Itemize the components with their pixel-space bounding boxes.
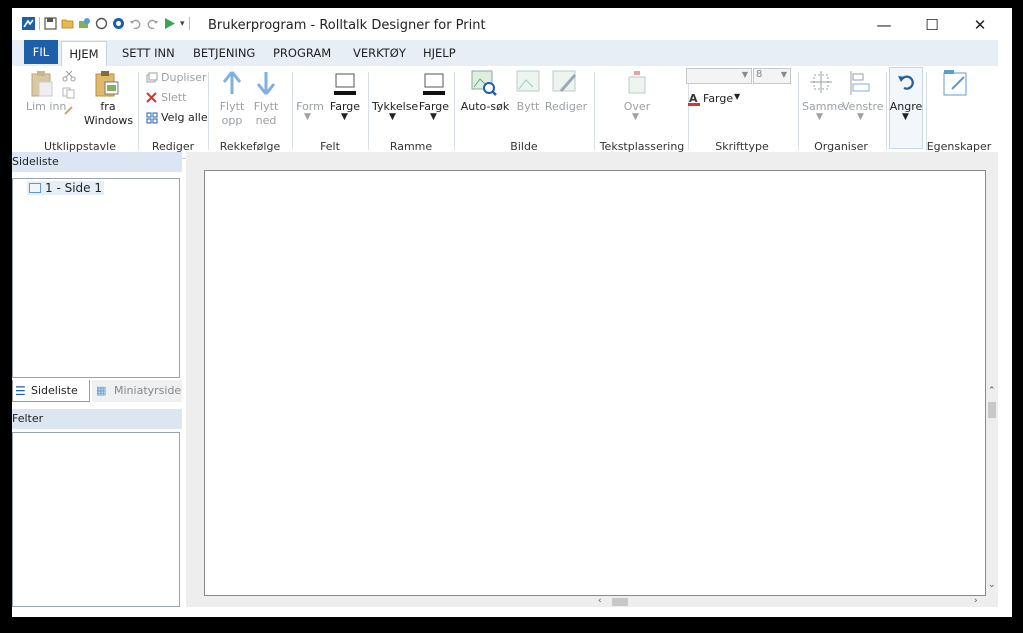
felt-farge-dropdown-icon[interactable]: ▼ (341, 112, 348, 122)
font-color-dropdown-icon[interactable]: ▼ (734, 92, 740, 101)
list-item[interactable]: 1 - Side 1 (27, 181, 104, 195)
scroll-left-icon[interactable]: ‹ (598, 596, 602, 606)
font-color-icon: A (688, 92, 700, 106)
horizontal-scroll-thumb[interactable] (612, 598, 628, 606)
play-icon[interactable] (163, 17, 176, 30)
felter-header: Felter (12, 409, 182, 429)
duplicate-icon (146, 72, 158, 83)
horizontal-scrollbar[interactable]: ‹ › (596, 596, 986, 608)
tab-sideliste[interactable]: ☰ Sideliste (12, 380, 90, 402)
tab-sideliste-label: Sideliste (31, 384, 78, 397)
tab-betjening[interactable]: BETJENING (193, 46, 255, 60)
fields-list (12, 432, 180, 607)
tab-hjelp[interactable]: HJELP (423, 46, 456, 60)
paste-icon (31, 71, 53, 97)
ribbon: Lim inn fra Windows Utklippstavle Duplis… (12, 66, 998, 159)
align-left-icon (850, 71, 870, 95)
font-color-button[interactable]: Farge (703, 92, 733, 105)
record-icon[interactable] (112, 17, 125, 30)
group-separator (368, 72, 369, 150)
vertical-scrollbar[interactable]: ⌃ ⌄ (986, 384, 998, 596)
grid-icon: ▦ (96, 384, 107, 397)
customize-qat-icon[interactable]: ▾ (180, 19, 185, 29)
scroll-down-icon[interactable]: ⌄ (988, 580, 996, 590)
list-icon: ☰ (15, 384, 26, 398)
font-name-select[interactable]: ▼ (686, 68, 752, 84)
frame-color-icon (423, 73, 445, 95)
redo-icon[interactable] (146, 17, 159, 30)
group-separator (138, 72, 139, 150)
delete-icon (146, 92, 157, 103)
open-icon[interactable] (61, 17, 74, 30)
sideliste-header: Sideliste (12, 152, 182, 172)
maximize-button[interactable]: ☐ (912, 14, 952, 36)
page-list: 1 - Side 1 (12, 178, 180, 378)
edit-image-icon (552, 70, 577, 92)
swap-image-icon (516, 70, 540, 92)
lim-inn-button[interactable]: Lim inn (26, 100, 66, 114)
velg-alle-button[interactable]: Velg alle (161, 111, 208, 124)
undo-large-icon (898, 75, 914, 90)
angre-dropdown-icon[interactable]: ▼ (902, 112, 909, 122)
tab-sett-inn[interactable]: SETT INN (122, 46, 175, 60)
group-separator (926, 72, 927, 150)
tykkelse-dropdown-icon[interactable]: ▼ (389, 112, 396, 122)
tab-fil[interactable]: FIL (24, 40, 58, 64)
arrow-down-icon (256, 72, 276, 95)
select-all-icon (146, 112, 158, 124)
minimize-button[interactable]: — (864, 14, 904, 36)
scroll-right-icon[interactable]: › (974, 596, 978, 606)
group-separator (798, 72, 799, 150)
print-page-canvas[interactable] (204, 170, 986, 596)
circle-icon[interactable] (95, 17, 108, 30)
quick-access-toolbar: ▾ (22, 17, 190, 30)
bytt-button[interactable]: Bytt (512, 100, 544, 113)
tab-verktoy[interactable]: VERKTØY (353, 46, 406, 60)
scroll-up-icon[interactable]: ⌃ (988, 386, 996, 396)
group-separator (594, 72, 595, 150)
vertical-scroll-thumb[interactable] (988, 402, 996, 418)
samme-dropdown-icon[interactable]: ▼ (816, 112, 823, 122)
font-size-select[interactable]: 8 ▼ (753, 68, 791, 84)
save-icon[interactable] (44, 17, 57, 30)
page-list-item-label: 1 - Side 1 (45, 181, 102, 195)
ramme-farge-dropdown-icon[interactable]: ▼ (430, 112, 437, 122)
slett-button[interactable]: Slett (161, 91, 186, 104)
properties-icon[interactable] (942, 69, 970, 97)
rediger-bilde-button[interactable]: Rediger (544, 100, 588, 113)
field-color-icon (334, 73, 356, 95)
undo-icon[interactable] (129, 17, 142, 30)
copy-icon[interactable] (62, 87, 76, 99)
group-separator (886, 72, 887, 150)
tab-program[interactable]: PROGRAM (273, 46, 331, 60)
left-pane: Sideliste 1 - Side 1 ☰ Sideliste ▦ Minia… (12, 152, 182, 607)
tab-miniatyrsider-label: Miniatyrsider (114, 384, 182, 397)
dupliser-button[interactable]: Dupliser (161, 71, 207, 84)
page-icon (29, 183, 41, 193)
image-search-icon (471, 70, 497, 96)
close-button[interactable]: ✕ (960, 14, 1000, 36)
text-position-icon (628, 71, 646, 94)
fra-windows-button[interactable]: fra Windows (84, 100, 133, 128)
tab-miniatyrsider[interactable]: ▦ Miniatyrsider (92, 380, 182, 402)
same-size-icon (810, 71, 832, 93)
form-dropdown-icon[interactable]: ▼ (304, 112, 311, 122)
auto-sok-button[interactable]: Auto-søk (458, 100, 512, 113)
group-separator (454, 72, 455, 150)
title-bar: ▾ Brukerprogram - Rolltalk Designer for … (12, 8, 1012, 40)
template-icon[interactable] (78, 17, 91, 30)
arrow-up-icon (222, 71, 242, 94)
format-painter-icon[interactable] (62, 104, 76, 116)
group-separator (208, 72, 209, 150)
flytt-ned-button[interactable]: Flytt ned (246, 100, 286, 128)
over-dropdown-icon[interactable]: ▼ (632, 112, 639, 122)
app-icon[interactable] (22, 17, 35, 30)
venstre-dropdown-icon[interactable]: ▼ (857, 112, 864, 122)
tab-hjem[interactable]: HJEM (61, 41, 107, 66)
cut-icon[interactable] (62, 70, 76, 82)
group-separator (292, 72, 293, 150)
window-title: Brukerprogram - Rolltalk Designer for Pr… (208, 18, 486, 33)
paste-windows-icon (95, 71, 119, 97)
